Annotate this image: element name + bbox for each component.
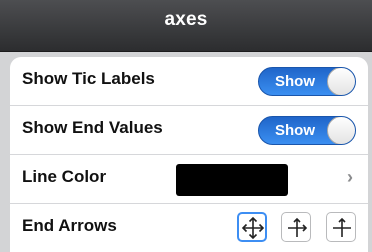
line-color-swatch[interactable] — [176, 164, 288, 196]
panel-title: axes — [164, 9, 208, 30]
title-bar: axes — [0, 0, 372, 52]
settings-list: Show Tic Labels Show Show End Values Sho… — [10, 57, 368, 252]
end-arrows-option-1[interactable] — [237, 212, 267, 242]
row-end-arrows: End Arrows — [10, 204, 368, 252]
show-tic-labels-label: Show Tic Labels — [22, 69, 155, 88]
row-show-end-values: Show End Values Show — [10, 106, 368, 155]
chevron-right-icon: › — [347, 167, 353, 187]
toggle-state-text: Show — [275, 73, 315, 90]
toggle-state-text: Show — [275, 122, 315, 139]
show-end-values-label: Show End Values — [22, 118, 163, 137]
toggle-knob — [327, 68, 355, 95]
toggle-knob — [327, 117, 355, 144]
end-arrows-label: End Arrows — [22, 216, 117, 235]
row-line-color[interactable]: Line Color › — [10, 155, 368, 204]
arrows-cross-icon — [241, 216, 265, 240]
line-color-label: Line Color — [22, 167, 107, 186]
arrows-cross-icon — [333, 217, 351, 237]
show-end-values-toggle[interactable]: Show — [258, 116, 356, 145]
show-tic-labels-toggle[interactable]: Show — [258, 67, 356, 96]
row-show-tic-labels: Show Tic Labels Show — [10, 57, 368, 106]
axes-settings-panel: axes Show Tic Labels Show Show End Value… — [0, 0, 372, 252]
end-arrows-option-2[interactable] — [281, 212, 311, 242]
arrows-cross-icon — [288, 217, 308, 237]
end-arrows-option-3[interactable] — [326, 212, 356, 242]
